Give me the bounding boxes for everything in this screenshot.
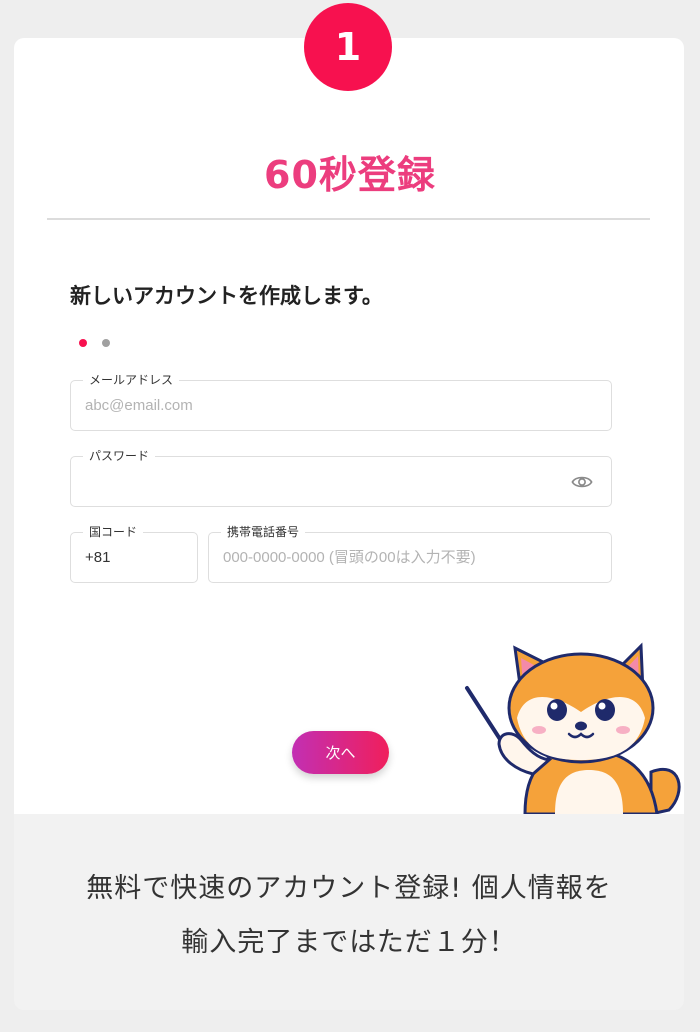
shiba-dog-mascot-icon: [465, 642, 681, 814]
country-code-input[interactable]: [71, 533, 197, 582]
title-divider: [47, 218, 650, 220]
password-field: パスワード: [70, 448, 612, 507]
password-label: パスワード: [83, 448, 156, 464]
password-input[interactable]: [71, 457, 611, 506]
phone-field: 携帯電話番号: [208, 524, 612, 583]
phone-label: 携帯電話番号: [221, 524, 306, 540]
phone-input[interactable]: [209, 533, 611, 582]
step-number-badge: 1: [304, 3, 392, 91]
email-input[interactable]: [71, 381, 611, 430]
email-field: メールアドレス: [70, 372, 612, 431]
eye-icon[interactable]: [571, 473, 593, 491]
promo-line-1: 無料で快速のアカウント登録! 個人情報を: [86, 873, 612, 904]
promo-line-2: 輸入完了まではただ１分！: [181, 927, 517, 958]
page-title: 60秒登録: [264, 153, 436, 197]
next-button[interactable]: 次へ: [292, 731, 389, 774]
pager-dot-active: [79, 339, 87, 347]
email-label: メールアドレス: [83, 372, 180, 388]
pager-dot-inactive[interactable]: [102, 339, 110, 347]
promo-text: 無料で快速のアカウント登録! 個人情報を 輸入完了まではただ１分！: [14, 862, 684, 970]
form-subtitle: 新しいアカウントを作成します。: [70, 284, 383, 308]
country-code-field: 国コード: [70, 524, 198, 583]
country-code-label: 国コード: [83, 524, 144, 540]
